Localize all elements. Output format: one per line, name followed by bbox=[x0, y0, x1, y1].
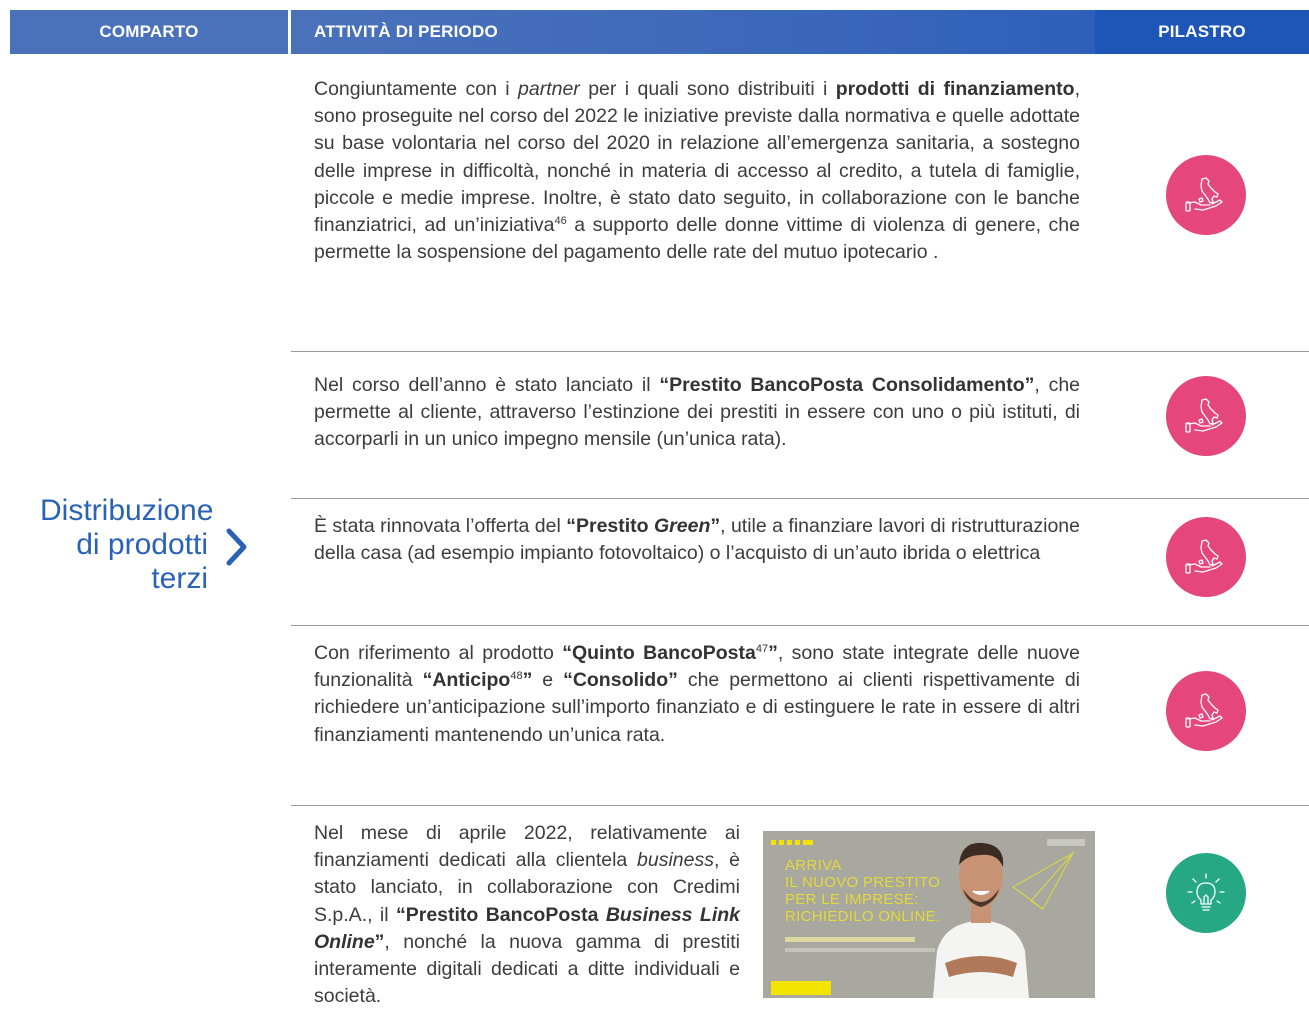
header-comparto-label: COMPARTO bbox=[99, 22, 199, 41]
hand-holding-italy-icon bbox=[1185, 177, 1223, 212]
italic-text: partner bbox=[518, 78, 580, 100]
header-pilastro-label: PILASTRO bbox=[1158, 22, 1246, 41]
separator bbox=[291, 625, 1309, 626]
comparto-line-3: terzi bbox=[151, 562, 208, 595]
pillar-icon-5 bbox=[1166, 853, 1246, 933]
bold-text: “Quinto BancoPosta bbox=[562, 642, 756, 664]
footnote-ref: 47 bbox=[755, 643, 769, 655]
poste-logo bbox=[771, 981, 831, 995]
italic-text: busi­ness bbox=[637, 849, 714, 872]
activity-block-3: È stata rinnovata l’offerta del “Prestit… bbox=[314, 513, 1080, 567]
brand-dots-icon bbox=[771, 840, 813, 845]
bold-text: “Prestito BancoPosta Consoli­damento” bbox=[659, 374, 1035, 396]
text: per i quali sono distribuiti i bbox=[579, 78, 836, 100]
lightbulb-icon bbox=[1187, 873, 1225, 911]
bold-text: ” bbox=[710, 515, 721, 537]
bold-italic-text: Green bbox=[654, 515, 711, 537]
pillar-icon-3 bbox=[1166, 517, 1246, 597]
footnote-ref: 46 bbox=[554, 215, 567, 228]
hand-holding-italy-icon bbox=[1185, 693, 1223, 728]
hand-holding-italy-icon bbox=[1185, 398, 1223, 433]
header-attivita-label: ATTIVITÀ DI PERIODO bbox=[314, 22, 498, 41]
footnote-ref: 48 bbox=[510, 670, 523, 683]
bold-text: prodotti di fi­nanziamento bbox=[835, 78, 1075, 100]
activity-block-5: Nel mese di aprile 2022, relativamente a… bbox=[314, 820, 740, 1010]
text: Con riferimento al prodotto bbox=[314, 642, 563, 664]
text: Congiuntamente con i bbox=[314, 78, 519, 100]
pillar-icon-2 bbox=[1166, 376, 1246, 456]
header-comparto: COMPARTO bbox=[10, 10, 288, 54]
bold-text: “Prestito Banco­Posta bbox=[395, 903, 606, 926]
header-pilastro: PILASTRO bbox=[1095, 10, 1309, 54]
text: e bbox=[532, 669, 564, 692]
bold-text: “Consolido” bbox=[563, 669, 678, 692]
comparto-line-1: Distribuzione bbox=[40, 494, 214, 527]
pillar-icon-1 bbox=[1166, 155, 1246, 235]
bold-text: ” bbox=[768, 642, 778, 664]
header-attivita: ATTIVITÀ DI PERIODO bbox=[291, 10, 1095, 54]
hand-holding-italy-icon bbox=[1185, 539, 1223, 574]
chef-person-illustration bbox=[933, 842, 1075, 998]
bold-text: “Prestito bbox=[566, 515, 655, 537]
promo-banner-image: ARRIVA IL NUOVO PRESTITO PER LE IMPRESE:… bbox=[763, 831, 1095, 998]
separator bbox=[291, 805, 1309, 806]
pillar-icon-4 bbox=[1166, 671, 1246, 751]
bold-text: ” bbox=[522, 669, 533, 692]
comparto-title: Distribuzione di prodotti terzi bbox=[40, 494, 214, 596]
activity-block-1: Congiuntamente con i partner per i quali… bbox=[314, 76, 1080, 266]
bold-text: ” bbox=[374, 930, 385, 953]
separator bbox=[291, 351, 1309, 352]
separator bbox=[291, 498, 1309, 499]
text: È stata rinnovata l’offerta del bbox=[314, 515, 567, 537]
comparto-line-2: di prodotti bbox=[76, 528, 208, 561]
chevron-right-icon bbox=[226, 528, 247, 566]
activity-block-2: Nel corso dell’anno è stato lanciato il … bbox=[314, 372, 1080, 454]
text: Nel corso dell’anno è stato lanciato il bbox=[314, 374, 660, 396]
bold-text: “Anticipo bbox=[422, 669, 511, 692]
text: , sono proseguite nel corso del 2022 le … bbox=[314, 78, 1080, 237]
activity-block-4: Con riferimento al prodotto “Quinto Banc… bbox=[314, 640, 1080, 749]
